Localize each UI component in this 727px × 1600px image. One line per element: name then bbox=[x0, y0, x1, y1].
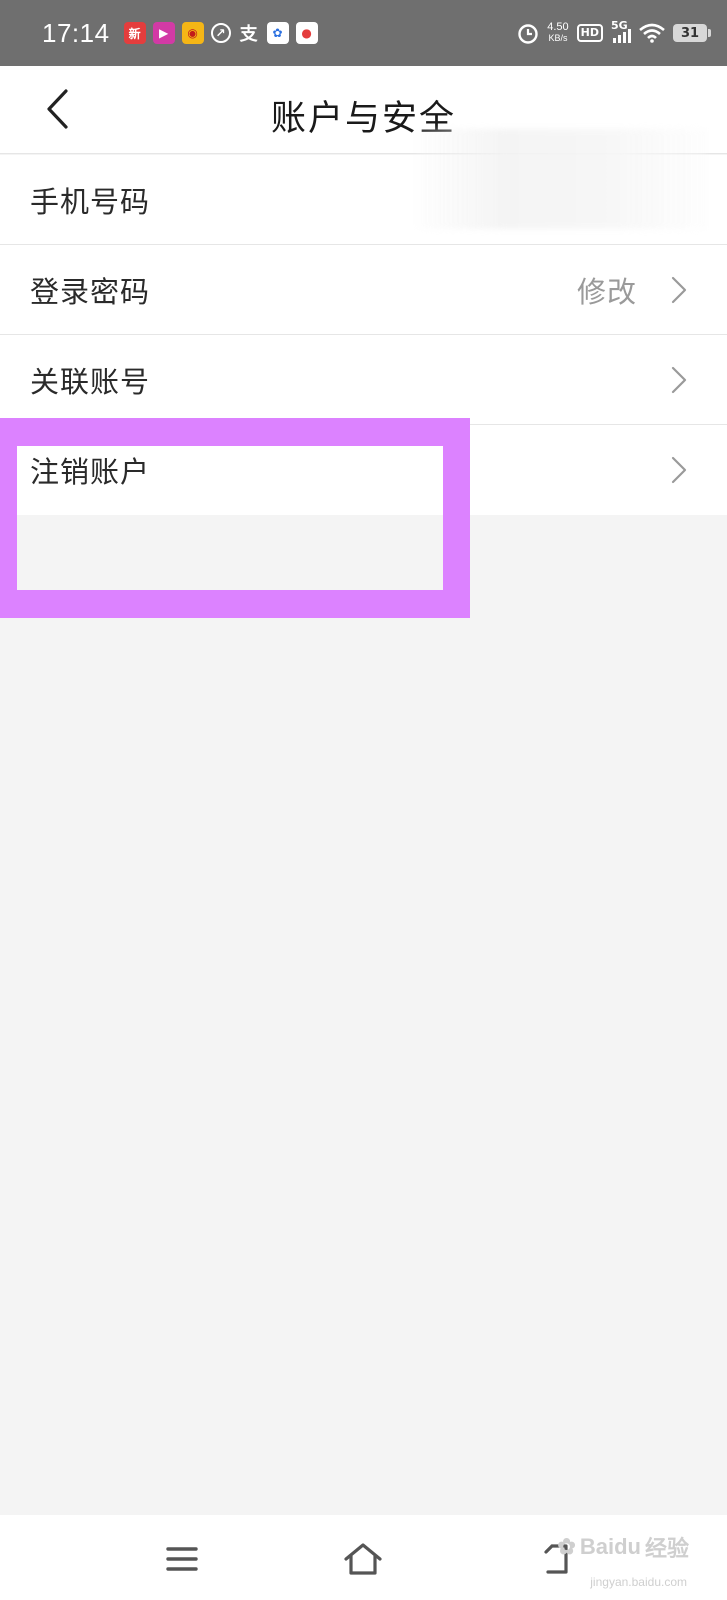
settings-item-linked-accounts[interactable]: 关联账号 bbox=[0, 335, 727, 425]
status-right: 4.50 KB/s HD 5G 31 bbox=[517, 19, 711, 44]
status-time: 17:14 bbox=[42, 17, 110, 48]
net-speed-unit: KB/s bbox=[548, 33, 568, 43]
watermark-url: jingyan.baidu.com bbox=[590, 1575, 687, 1589]
cellular-signal-icon: 5G bbox=[611, 19, 631, 43]
settings-item-label: 注销账户 bbox=[30, 455, 151, 489]
watermark: ✿ Baidu 经验 bbox=[557, 1531, 689, 1563]
menu-button[interactable] bbox=[162, 1539, 202, 1579]
alipay-icon: 支 bbox=[239, 24, 258, 45]
wifi-icon bbox=[639, 23, 665, 43]
watermark-brand: Baidu bbox=[579, 1534, 641, 1559]
battery-icon: 31 bbox=[673, 24, 711, 42]
watermark-suffix: 经验 bbox=[644, 1536, 689, 1561]
system-nav-bar: ✿ Baidu 经验 jingyan.baidu.com bbox=[0, 1515, 727, 1600]
settings-item-label: 登录密码 bbox=[30, 274, 151, 309]
home-icon bbox=[344, 1543, 382, 1575]
net-speed-value: 4.50 bbox=[547, 21, 569, 33]
weibo-icon: ◉ bbox=[181, 22, 204, 44]
chevron-right-icon bbox=[671, 366, 687, 394]
speedometer-icon: ↗ bbox=[210, 23, 231, 43]
news-app-icon: 新 bbox=[123, 22, 146, 44]
baidu-map-icon: ✿ bbox=[266, 22, 289, 44]
net-speed: 4.50 KB/s bbox=[547, 22, 568, 44]
settings-item-delete-account[interactable]: 注销账户 bbox=[0, 425, 727, 515]
alarm-icon bbox=[518, 24, 538, 44]
masked-phone-number bbox=[417, 129, 707, 229]
settings-list: 手机号码 登录密码 修改 关联账号 注销账户 bbox=[0, 129, 727, 515]
network-type: 5G bbox=[611, 19, 628, 32]
settings-item-password[interactable]: 登录密码 修改 bbox=[0, 245, 727, 335]
chevron-right-icon bbox=[671, 276, 687, 304]
settings-item-phone[interactable]: 手机号码 bbox=[0, 129, 727, 245]
status-bar: 17:14 新 ▶ ◉ ↗ 支 ✿ ● 4.50 KB/s HD 5G 31 bbox=[0, 0, 727, 66]
video-app-icon: ▶ bbox=[152, 22, 175, 44]
chevron-right-icon bbox=[671, 456, 687, 484]
notification-icons: 新 ▶ ◉ ↗ 支 ✿ ● bbox=[123, 22, 318, 45]
settings-item-label: 手机号码 bbox=[30, 184, 151, 219]
menu-icon bbox=[166, 1547, 198, 1571]
hd-badge: HD bbox=[576, 24, 603, 42]
home-button[interactable] bbox=[343, 1539, 383, 1579]
location-app-icon: ● bbox=[295, 22, 318, 44]
settings-item-value: 修改 bbox=[576, 274, 637, 309]
paw-icon: ✿ bbox=[557, 1534, 576, 1559]
settings-item-label: 关联账号 bbox=[30, 364, 151, 399]
